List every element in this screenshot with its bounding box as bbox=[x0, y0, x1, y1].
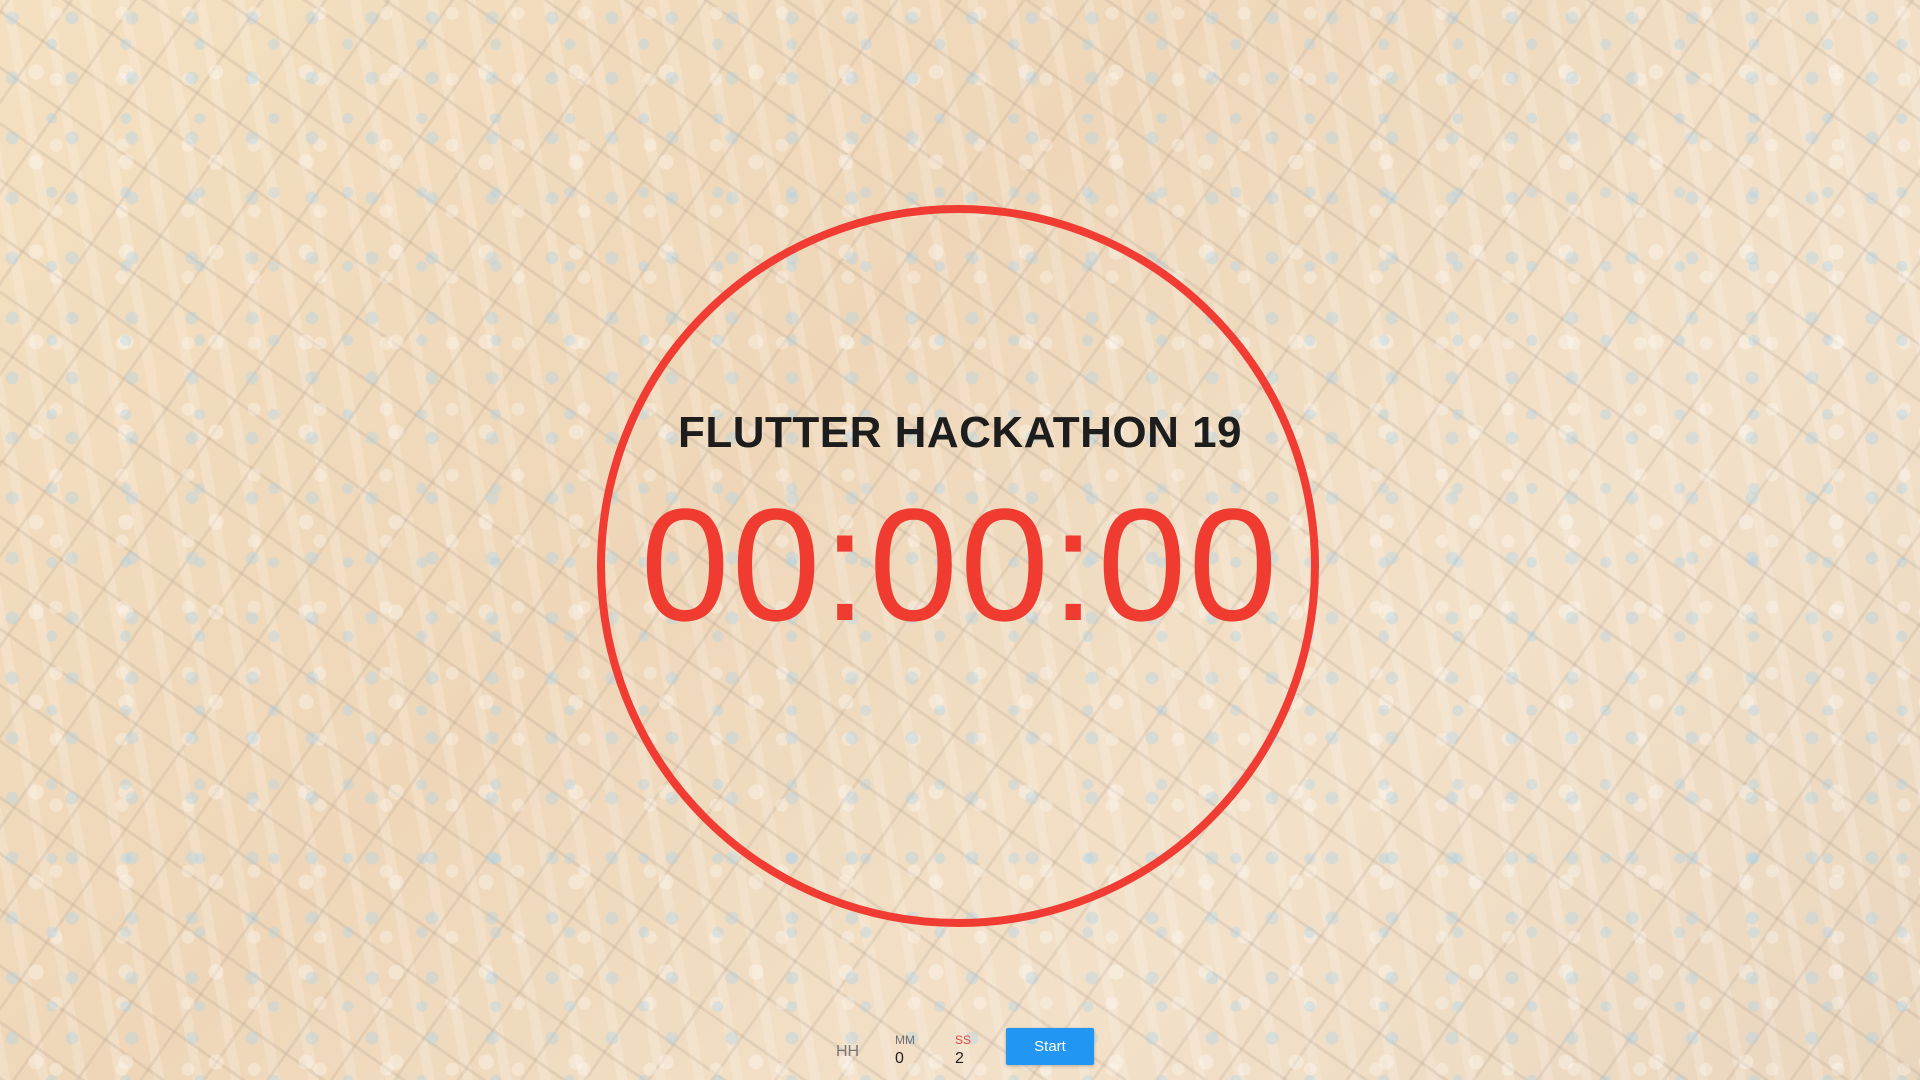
timer-controls: HH MM 0 SS 2 Start bbox=[0, 1028, 1920, 1076]
minutes-input[interactable]: MM 0 bbox=[895, 1028, 935, 1068]
seconds-label: SS bbox=[955, 1033, 972, 1047]
minutes-label: MM bbox=[895, 1033, 915, 1047]
seconds-value: 2 bbox=[955, 1050, 964, 1067]
start-button[interactable]: Start bbox=[1006, 1028, 1094, 1065]
hours-label: HH bbox=[836, 1043, 860, 1060]
countdown-display: 00:00:00 bbox=[640, 475, 1280, 654]
event-title: FLUTTER HACKATHON 19 bbox=[677, 408, 1243, 457]
seconds-input[interactable]: SS 2 bbox=[955, 1028, 995, 1068]
minutes-value: 0 bbox=[895, 1050, 904, 1067]
hours-input[interactable]: HH bbox=[836, 1028, 876, 1068]
